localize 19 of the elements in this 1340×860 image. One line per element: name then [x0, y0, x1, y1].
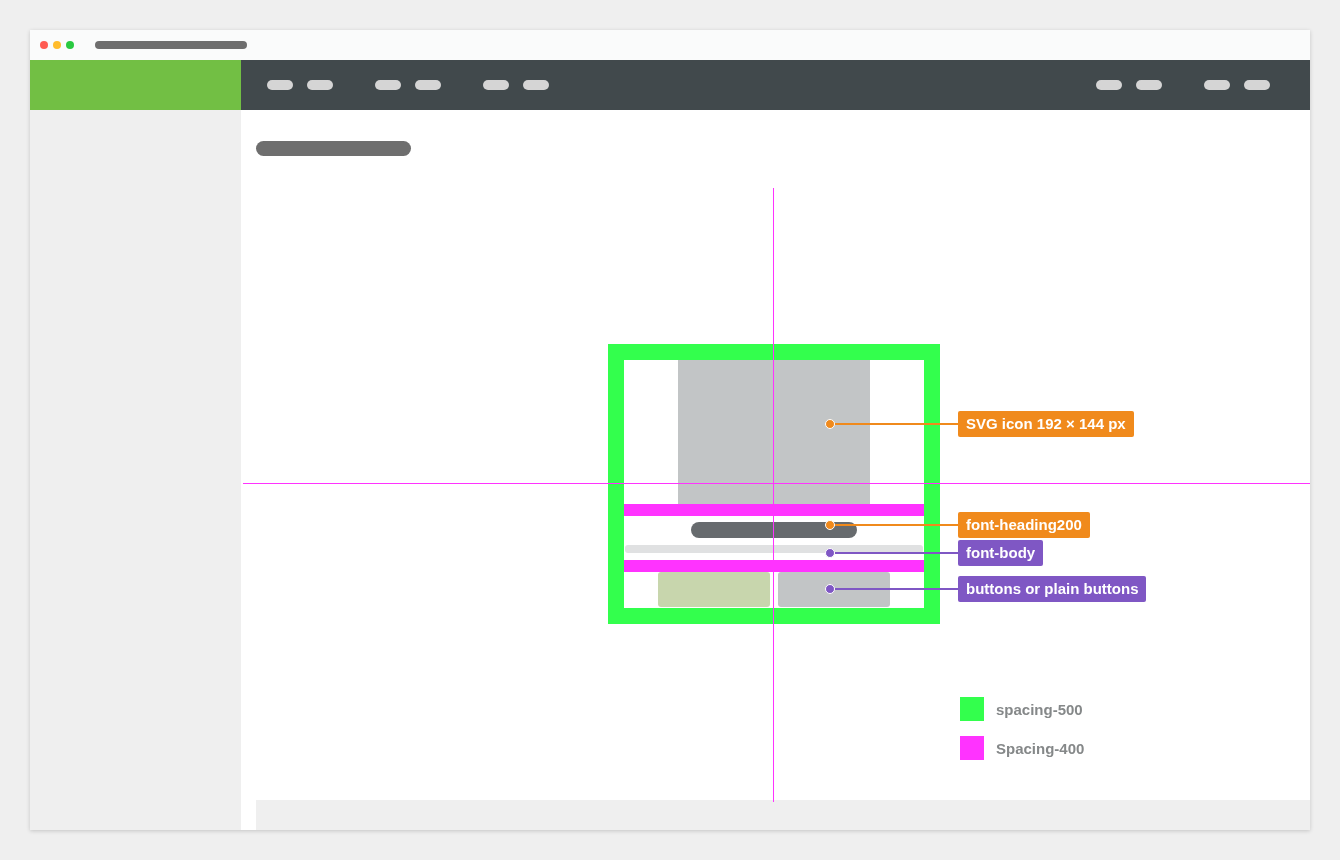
nav-link-placeholder [415, 80, 441, 90]
legend-label: spacing-500 [996, 700, 1083, 718]
nav-link-placeholder [375, 80, 401, 90]
nav-link-placeholder [307, 80, 333, 90]
annotation-label: font-heading200 [958, 512, 1090, 538]
minimize-icon[interactable] [53, 41, 61, 49]
close-icon[interactable] [40, 41, 48, 49]
nav-link-placeholder [1244, 80, 1270, 90]
nav-link-placeholder [523, 80, 549, 90]
annotation-label: buttons or plain buttons [958, 576, 1147, 602]
nav-link-placeholder [483, 80, 509, 90]
nav-link-placeholder [1096, 80, 1122, 90]
nav-link-placeholder [1136, 80, 1162, 90]
nav-link-placeholder [1204, 80, 1230, 90]
annotation-label: SVG icon 192 × 144 px [958, 411, 1134, 437]
legend-label: Spacing-400 [996, 739, 1085, 757]
annotation-label: font-body [958, 540, 1044, 566]
nav-link-placeholder [267, 80, 293, 90]
maximize-icon[interactable] [66, 41, 74, 49]
